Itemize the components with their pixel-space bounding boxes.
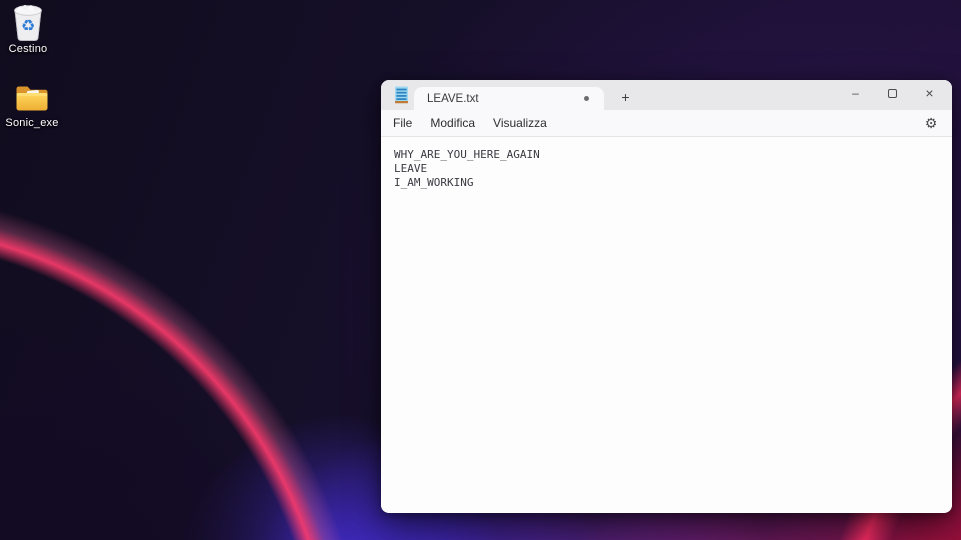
gear-icon[interactable]: ⚙ [917, 111, 945, 136]
minimize-button[interactable]: – [837, 80, 874, 106]
desktop-icon-label: Cestino [8, 43, 48, 55]
maximize-icon [888, 88, 897, 98]
recycle-bin-icon: ♻ [12, 4, 44, 42]
menu-visualizza[interactable]: Visualizza [484, 110, 556, 136]
unsaved-changes-dot-indicator [584, 96, 589, 101]
editor-line: WHY_ARE_YOU_HERE_AGAIN [394, 148, 540, 161]
maximize-button[interactable] [874, 80, 911, 106]
notepad-window: LEAVE.txt + – × File Modifica Visualizza… [381, 80, 952, 513]
desktop-wallpaper[interactable]: ♻ Cestino Sonic_exe LEAVE.txt + – × File… [0, 0, 961, 540]
recycle-symbol: ♻ [21, 16, 35, 35]
folder-icon [15, 80, 49, 116]
editor-line: I_AM_WORKING [394, 176, 474, 189]
new-tab-button[interactable]: + [615, 88, 636, 107]
desktop-icon-sonic-exe-folder[interactable]: Sonic_exe [0, 80, 64, 129]
menu-modifica[interactable]: Modifica [421, 110, 484, 136]
editor-line: LEAVE [394, 162, 428, 175]
close-button[interactable]: × [911, 80, 948, 106]
notepad-menubar: File Modifica Visualizza ⚙ [381, 110, 952, 137]
text-editor-area[interactable]: WHY_ARE_YOU_HERE_AGAIN LEAVE I_AM_WORKIN… [381, 137, 952, 512]
desktop-icon-recycle-bin[interactable]: ♻ Cestino [2, 4, 54, 55]
tab-leave-txt[interactable]: LEAVE.txt [414, 87, 604, 110]
tab-title: LEAVE.txt [427, 92, 479, 105]
notepad-titlebar[interactable]: LEAVE.txt + – × [381, 80, 952, 110]
notepad-icon [393, 86, 410, 104]
menu-file[interactable]: File [384, 110, 421, 136]
window-controls: – × [837, 80, 948, 106]
desktop-icon-label: Sonic_exe [5, 117, 59, 129]
